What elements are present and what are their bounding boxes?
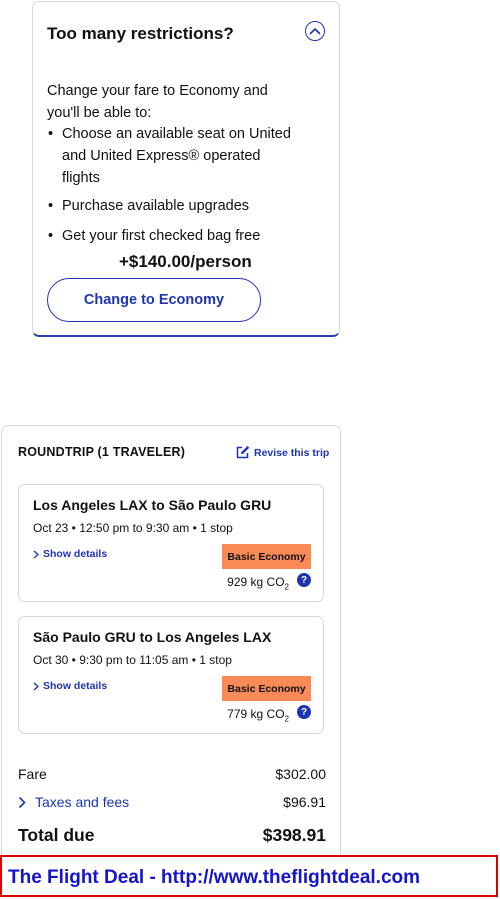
taxes-toggle[interactable]: Taxes and fees: [18, 794, 129, 810]
fare-row: Fare $302.00: [18, 766, 326, 782]
fare-class-badge: Basic Economy: [222, 544, 311, 569]
flight-route: São Paulo GRU to Los Angeles LAX: [33, 629, 272, 645]
co2-emissions: 779 kg CO2: [227, 707, 289, 723]
co2-subscript: 2: [284, 582, 289, 592]
fare-label: Fare: [18, 766, 47, 782]
watermark-banner: The Flight Deal - http://www.theflightde…: [0, 855, 498, 897]
help-icon[interactable]: ?: [297, 573, 311, 587]
upsell-title: Too many restrictions?: [47, 24, 234, 43]
chevron-up-icon: [309, 28, 321, 35]
show-details-link[interactable]: Show details: [33, 680, 107, 692]
co2-value: 779 kg CO: [227, 707, 285, 721]
total-value: $398.91: [262, 825, 326, 845]
flight-card-return: São Paulo GRU to Los Angeles LAX Oct 30 …: [18, 616, 324, 734]
benefits-list: Choose an available seat on United and U…: [47, 123, 297, 247]
co2-emissions: 929 kg CO2: [227, 575, 289, 591]
watermark-text: The Flight Deal - http://www.theflightde…: [8, 867, 421, 888]
benefit-item: Purchase available upgrades: [47, 195, 297, 217]
show-details-label: Show details: [43, 680, 108, 692]
flight-schedule: Oct 30 • 9:30 pm to 11:05 am • 1 stop: [33, 653, 232, 667]
benefit-item: Choose an available seat on United and U…: [47, 123, 297, 189]
fare-class-badge: Basic Economy: [222, 676, 311, 701]
flight-card-outbound: Los Angeles LAX to São Paulo GRU Oct 23 …: [18, 484, 324, 602]
co2-subscript: 2: [284, 714, 289, 724]
change-to-economy-button[interactable]: Change to Economy: [47, 278, 261, 322]
show-details-link[interactable]: Show details: [33, 548, 107, 560]
trip-summary-card: ROUNDTRIP (1 TRAVELER) Revise this trip …: [1, 425, 341, 865]
chevron-right-icon: [18, 796, 26, 808]
chevron-right-icon: [33, 550, 39, 558]
upsell-intro: Change your fare to Economy and you'll b…: [47, 83, 268, 121]
collapse-button[interactable]: [305, 21, 325, 41]
revise-trip-label: Revise this trip: [254, 446, 330, 459]
benefit-item: Get your first checked bag free: [47, 225, 297, 247]
total-label: Total due: [18, 825, 95, 845]
taxes-label: Taxes and fees: [35, 794, 130, 810]
upsell-price: +$140.00/person: [119, 252, 252, 271]
flight-schedule: Oct 23 • 12:50 pm to 9:30 am • 1 stop: [33, 521, 233, 535]
show-details-label: Show details: [43, 548, 108, 560]
trip-heading: ROUNDTRIP (1 TRAVELER): [18, 445, 186, 459]
taxes-row: Taxes and fees $96.91: [18, 794, 326, 810]
chevron-right-icon: [33, 682, 39, 690]
co2-value: 929 kg CO: [227, 575, 285, 589]
total-row: Total due $398.91: [18, 825, 326, 846]
fare-upsell-card: Too many restrictions? Change your fare …: [32, 1, 340, 337]
revise-trip-link[interactable]: Revise this trip: [235, 445, 329, 460]
edit-icon: [236, 446, 250, 459]
help-icon[interactable]: ?: [297, 705, 311, 719]
taxes-value: $96.91: [283, 794, 326, 810]
flight-route: Los Angeles LAX to São Paulo GRU: [33, 497, 272, 513]
fare-value: $302.00: [275, 766, 326, 782]
